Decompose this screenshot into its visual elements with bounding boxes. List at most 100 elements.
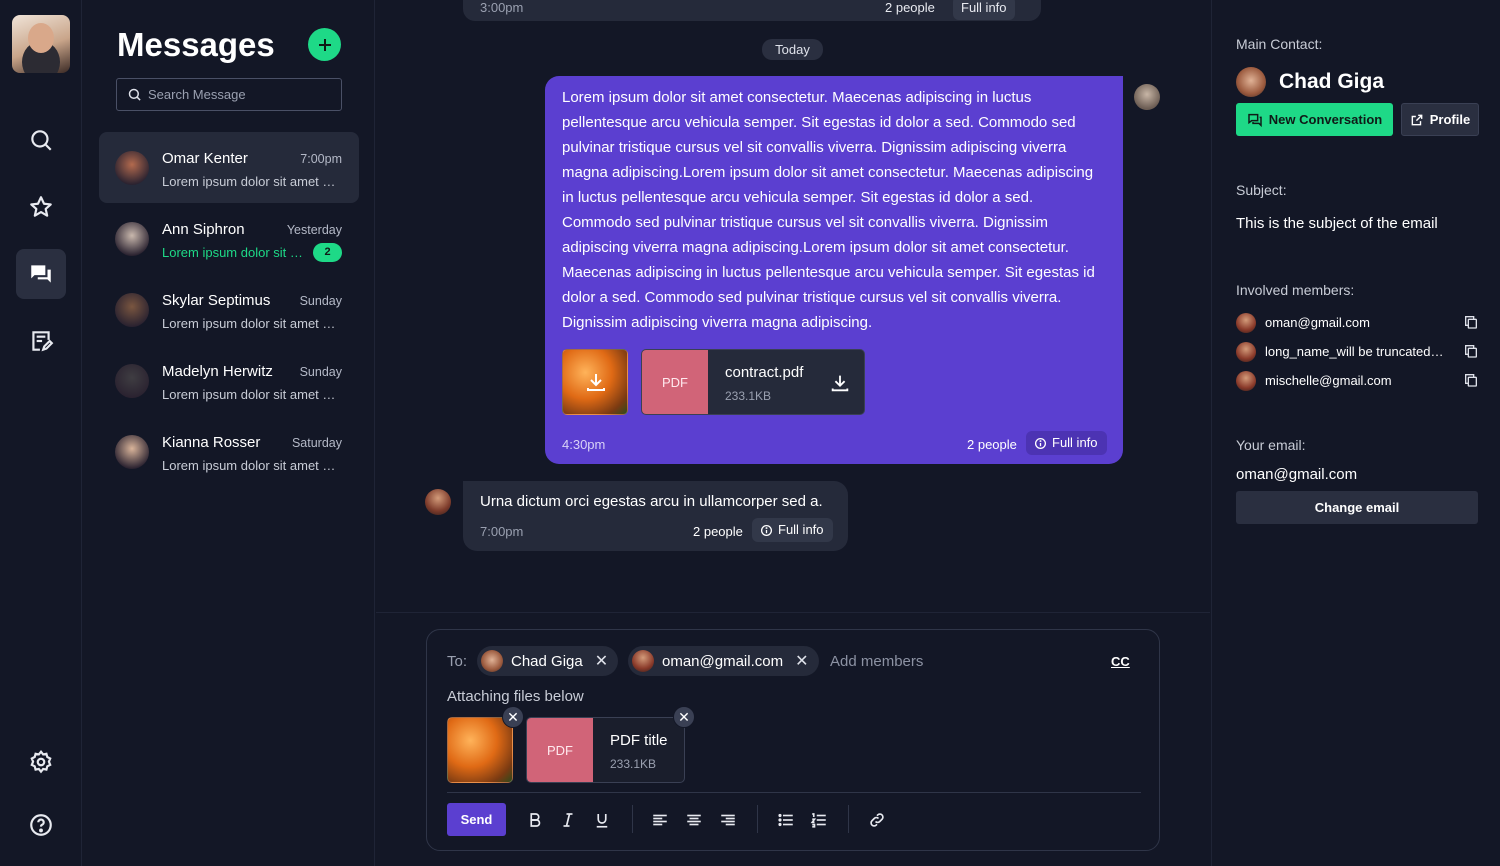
pdf-file-tag: PDF xyxy=(527,718,593,782)
contact-name: Madelyn Herwitz xyxy=(162,363,273,380)
italic-button[interactable] xyxy=(557,810,579,830)
your-email: oman@gmail.com xyxy=(1236,466,1358,483)
download-icon[interactable] xyxy=(829,372,851,394)
conversation-item[interactable]: Skylar Septimus Sunday Lorem ipsum dolor s… xyxy=(99,274,359,345)
message-people[interactable]: 2 people xyxy=(693,524,743,539)
remove-recipient-icon[interactable]: ✕ xyxy=(595,651,608,671)
profile-label: Profile xyxy=(1429,112,1471,127)
copy-icon[interactable] xyxy=(1463,372,1479,388)
search-icon[interactable] xyxy=(16,115,66,165)
change-email-button[interactable]: Change email xyxy=(1236,491,1478,524)
plus-icon xyxy=(318,38,331,51)
file-name: PDF title xyxy=(610,732,668,749)
info-icon xyxy=(1034,437,1047,449)
underline-button[interactable] xyxy=(591,810,613,830)
full-info-label: Full info xyxy=(778,522,824,537)
recipient-avatar xyxy=(632,650,654,672)
search-input[interactable] xyxy=(148,87,328,102)
message-time: Sunday xyxy=(299,294,342,308)
remove-attachment-icon[interactable]: ✕ xyxy=(502,706,524,728)
message-time: Yesterday xyxy=(286,223,342,237)
numbered-list-button[interactable] xyxy=(808,810,830,830)
conversation-item[interactable]: Kianna Rosser Saturday Lorem ipsum dolor s… xyxy=(99,416,359,487)
conversation-item[interactable]: Ann Siphron Yesterday Lorem ipsum dolor si… xyxy=(99,203,359,274)
divider xyxy=(632,805,633,833)
chat-panel: 3:00pm 2 people Full info Today Lorem ip… xyxy=(376,0,1210,866)
remove-attachment-icon[interactable]: ✕ xyxy=(673,706,695,728)
new-conversation-button[interactable]: New Conversation xyxy=(1236,103,1393,136)
pdf-attachment[interactable]: PDF PDF title 233.1KB xyxy=(526,717,685,783)
message-time: 3:00pm xyxy=(480,0,524,15)
avatar xyxy=(115,435,149,469)
member-avatar xyxy=(1236,342,1256,362)
day-divider: Today xyxy=(762,39,823,60)
full-info-button[interactable]: Full info xyxy=(1026,431,1107,455)
divider xyxy=(376,612,1210,613)
avatar xyxy=(115,293,149,327)
chat-icon xyxy=(1248,113,1262,127)
search-icon xyxy=(128,88,141,101)
message-preview: Lorem ipsum dolor sit amet consectetur a… xyxy=(162,387,340,402)
conversation-item[interactable]: Madelyn Herwitz Sunday Lorem ipsum dolor s… xyxy=(99,345,359,416)
pdf-attachment[interactable]: PDF contract.pdf 233.1KB xyxy=(641,349,865,415)
align-center-button[interactable] xyxy=(683,810,705,830)
cc-button[interactable]: CC xyxy=(1111,654,1130,669)
recipient-chip[interactable]: oman@gmail.com ✕ xyxy=(628,646,819,676)
bullet-list-button[interactable] xyxy=(775,810,797,830)
member-email: mischelle@gmail.com xyxy=(1265,373,1392,388)
full-info-button[interactable]: Full info xyxy=(953,0,1015,20)
contact-name: Chad Giga xyxy=(1279,70,1385,93)
message-people[interactable]: 2 people xyxy=(885,0,935,15)
outgoing-message-bubble: Lorem ipsum dolor sit amet consectetur. … xyxy=(545,76,1123,464)
incoming-message-bubble: Urna dictum orci egestas arcu in ullamco… xyxy=(463,481,848,551)
add-members-input[interactable] xyxy=(830,653,1030,670)
copy-icon[interactable] xyxy=(1463,343,1479,359)
align-right-icon xyxy=(721,814,735,826)
full-info-button[interactable]: Full info xyxy=(752,518,833,542)
image-attachment[interactable] xyxy=(447,717,513,783)
page-title: Messages xyxy=(117,26,275,63)
your-email-label: Your email: xyxy=(1236,437,1306,453)
member-row: long_name_will be truncated_here@gmail.c… xyxy=(1236,342,1481,362)
remove-recipient-icon[interactable]: ✕ xyxy=(795,651,808,671)
image-attachment[interactable] xyxy=(562,349,628,415)
link-button[interactable] xyxy=(866,810,888,830)
sender-avatar xyxy=(425,489,451,515)
send-button[interactable]: Send xyxy=(447,803,506,836)
message-time: Saturday xyxy=(291,436,342,450)
member-row: oman@gmail.com xyxy=(1236,313,1481,333)
info-icon xyxy=(760,524,773,536)
help-icon[interactable] xyxy=(16,800,66,850)
new-conversation-label: New Conversation xyxy=(1268,112,1383,127)
message-preview: Lorem ipsum dolor sit amet consectetur a… xyxy=(162,458,340,473)
download-icon[interactable] xyxy=(584,370,608,394)
member-email: oman@gmail.com xyxy=(1265,315,1370,330)
previous-message-bubble: 3:00pm 2 people Full info xyxy=(463,0,1041,21)
gear-icon[interactable] xyxy=(16,737,66,787)
notes-icon[interactable] xyxy=(16,316,66,366)
message-composer: To: Chad Giga ✕ oman@gmail.com ✕ CC Atta… xyxy=(426,629,1160,851)
underline-icon xyxy=(596,814,608,828)
member-row: mischelle@gmail.com xyxy=(1236,371,1481,391)
message-time: 7:00pm xyxy=(300,152,342,166)
message-time: Sunday xyxy=(299,365,342,379)
member-avatar xyxy=(1236,371,1256,391)
align-left-button[interactable] xyxy=(649,810,671,830)
recipient-name: Chad Giga xyxy=(511,652,583,670)
file-size: 233.1KB xyxy=(610,757,657,771)
subject-text: This is the subject of the email xyxy=(1236,215,1438,232)
recipient-chip[interactable]: Chad Giga ✕ xyxy=(477,646,619,676)
avatar xyxy=(115,151,149,185)
profile-button[interactable]: Profile xyxy=(1401,103,1479,136)
conversation-item[interactable]: Omar Kenter 7:00pm Lorem ipsum dolor sit a… xyxy=(99,132,359,203)
star-icon[interactable] xyxy=(16,182,66,232)
user-avatar[interactable] xyxy=(12,15,70,73)
divider xyxy=(757,805,758,833)
new-message-button[interactable] xyxy=(308,28,341,61)
align-right-button[interactable] xyxy=(717,810,739,830)
bold-button[interactable] xyxy=(524,810,546,830)
message-people[interactable]: 2 people xyxy=(967,437,1017,452)
copy-icon[interactable] xyxy=(1463,314,1479,330)
chat-icon[interactable] xyxy=(16,249,66,299)
subject-label: Subject: xyxy=(1236,182,1287,198)
